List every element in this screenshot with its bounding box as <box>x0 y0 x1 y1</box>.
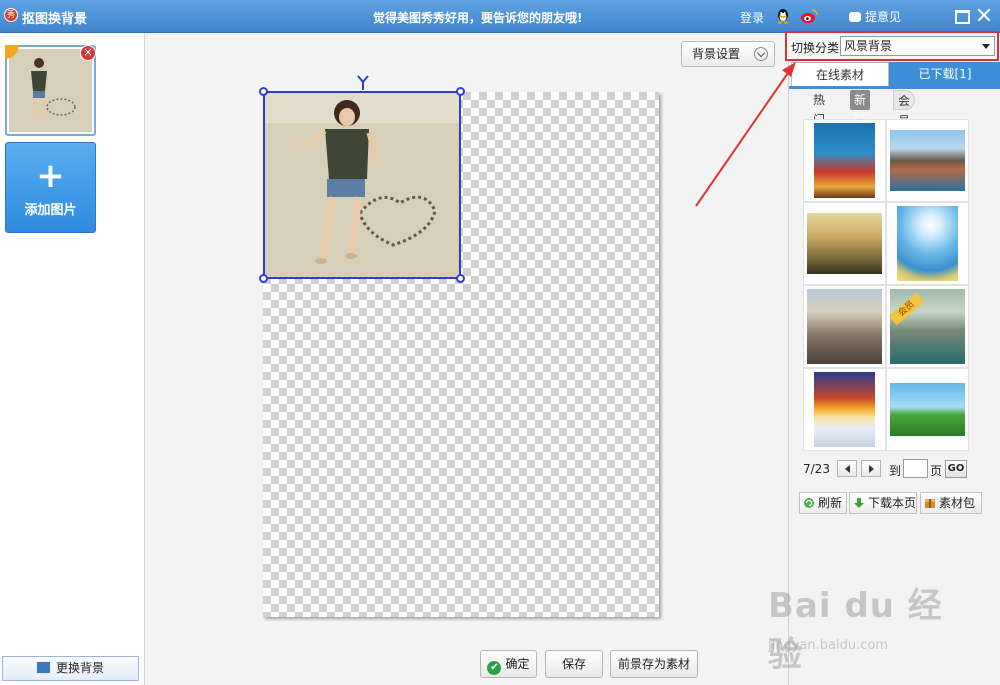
close-button[interactable] <box>976 7 992 23</box>
confirm-label: 确定 <box>505 657 530 671</box>
picture-icon <box>36 662 50 673</box>
old-building-image <box>807 289 882 364</box>
add-image-button[interactable]: + 添加图片 <box>5 142 96 233</box>
background-settings-label: 背景设置 <box>692 47 741 61</box>
rotate-handle-icon[interactable] <box>356 74 370 90</box>
baidu-jingyan-watermark: Bai du 经验 jingyan.baidu.com <box>762 572 952 675</box>
go-button[interactable]: GO <box>945 460 967 478</box>
change-background-button[interactable]: 更换背景 <box>2 656 139 681</box>
title-bar: 秀 抠图换背景 觉得美图秀秀好用，要告诉您的朋友哦! 登录 提意见 <box>0 0 1000 33</box>
category-label: 切换分类 <box>791 41 840 55</box>
rocky-shore-image <box>890 289 965 364</box>
maximize-button[interactable] <box>953 7 970 24</box>
pagination: 7/23 到 页 GO <box>803 459 999 479</box>
feedback-link[interactable]: 提意见 <box>849 8 901 25</box>
subtab-new[interactable]: 新鲜 <box>850 90 871 127</box>
slogan-text: 觉得美图秀秀好用，要告诉您的朋友哦! <box>373 11 583 25</box>
page-suffix-label: 页 <box>930 464 943 478</box>
material-thumb-coral-reef[interactable] <box>803 119 886 202</box>
tab-online-materials[interactable]: 在线素材 <box>791 62 889 86</box>
material-thumb-rocky-shore-vip[interactable]: 会员 <box>886 285 969 368</box>
refresh-button[interactable]: 刷新 <box>799 492 847 514</box>
material-grid: 会员 <box>803 119 971 453</box>
save-button[interactable]: 保存 <box>545 650 603 678</box>
sunset-snow-image <box>814 372 875 447</box>
material-thumb-coastal-town[interactable] <box>886 119 969 202</box>
download-page-label: 下载本页 <box>868 496 917 510</box>
next-page-button[interactable] <box>861 460 881 477</box>
material-pack-button[interactable]: 素材包 <box>920 492 982 514</box>
image-list-panel: × + 添加图片 更换背景 <box>0 33 145 685</box>
plus-icon: + <box>36 156 65 196</box>
person-photo-thumbnail <box>9 49 92 132</box>
login-link[interactable]: 登录 <box>740 9 764 26</box>
prev-page-button[interactable] <box>837 460 857 477</box>
weibo-icon[interactable] <box>800 8 818 24</box>
download-arrow-icon <box>854 498 864 508</box>
download-page-button[interactable]: 下载本页 <box>849 492 917 514</box>
window-title: 抠图换背景 <box>22 12 88 27</box>
page-indicator: 7/23 <box>803 462 830 476</box>
remove-image-icon[interactable]: × <box>80 45 96 61</box>
confirm-button[interactable]: ✔ 确定 <box>480 650 537 678</box>
save-foreground-as-material-button[interactable]: 前景存为素材 <box>610 650 698 678</box>
page-number-input[interactable] <box>903 459 928 478</box>
subtab-hot[interactable]: 热门 <box>809 90 829 127</box>
sunny-flowers-image <box>897 206 958 281</box>
material-thumb-old-building[interactable] <box>803 285 886 368</box>
coral-reef-image <box>814 123 875 198</box>
watermark-main-text: Bai du 经验 <box>768 586 943 675</box>
refresh-icon <box>804 498 814 508</box>
check-icon: ✔ <box>487 661 502 675</box>
dropdown-arrow-icon <box>982 44 990 49</box>
resize-handle-bottom-left[interactable] <box>259 274 268 283</box>
image-thumbnail[interactable]: × <box>5 45 96 136</box>
green-hill-image <box>890 383 965 436</box>
background-settings-button[interactable]: 背景设置 <box>681 41 775 67</box>
editing-workspace: 背景设置 ✔ 确定 保存 前景存为素材 <box>146 33 787 685</box>
package-icon <box>925 499 935 508</box>
thumbnail-photo <box>9 49 92 132</box>
refresh-label: 刷新 <box>818 496 843 510</box>
category-dropdown[interactable]: 风景背景 <box>840 36 995 56</box>
resize-handle-bottom-right[interactable] <box>456 274 465 283</box>
tab-underline <box>789 86 1000 89</box>
qq-penguin-icon[interactable] <box>776 8 790 24</box>
subtab-vip-only[interactable]: 会员独享 <box>893 90 916 168</box>
cutout-person-photo <box>265 93 459 277</box>
add-image-label: 添加图片 <box>24 203 77 218</box>
material-thumb-sunset-snow[interactable] <box>803 368 886 451</box>
foreground-selection[interactable] <box>263 91 461 279</box>
category-value: 风景背景 <box>844 39 893 53</box>
material-thumb-wheat-field[interactable] <box>803 202 886 285</box>
material-thumb-green-hill[interactable] <box>886 368 969 451</box>
watermark-url-text: jingyan.baidu.com <box>768 638 888 653</box>
resize-handle-top-right[interactable] <box>456 87 465 96</box>
chevron-down-icon <box>754 47 768 61</box>
app-logo-icon: 秀 <box>4 8 18 22</box>
change-background-label: 更换背景 <box>55 661 104 675</box>
category-switch-row: 切换分类 风景背景 <box>785 31 999 61</box>
tab-downloaded[interactable]: 已下载[1] <box>889 62 1000 86</box>
material-pack-label: 素材包 <box>939 496 976 510</box>
goto-label: 到 <box>889 464 902 478</box>
chat-bubble-icon <box>849 12 861 22</box>
wheat-field-image <box>807 213 882 274</box>
resize-handle-top-left[interactable] <box>259 87 268 96</box>
material-tabs: 在线素材 已下载[1] <box>789 62 1000 86</box>
material-thumb-sunny-flowers[interactable] <box>886 202 969 285</box>
material-actions: 刷新 下载本页 素材包 <box>799 492 999 514</box>
feedback-label: 提意见 <box>865 10 902 24</box>
coastal-town-image <box>890 130 965 191</box>
